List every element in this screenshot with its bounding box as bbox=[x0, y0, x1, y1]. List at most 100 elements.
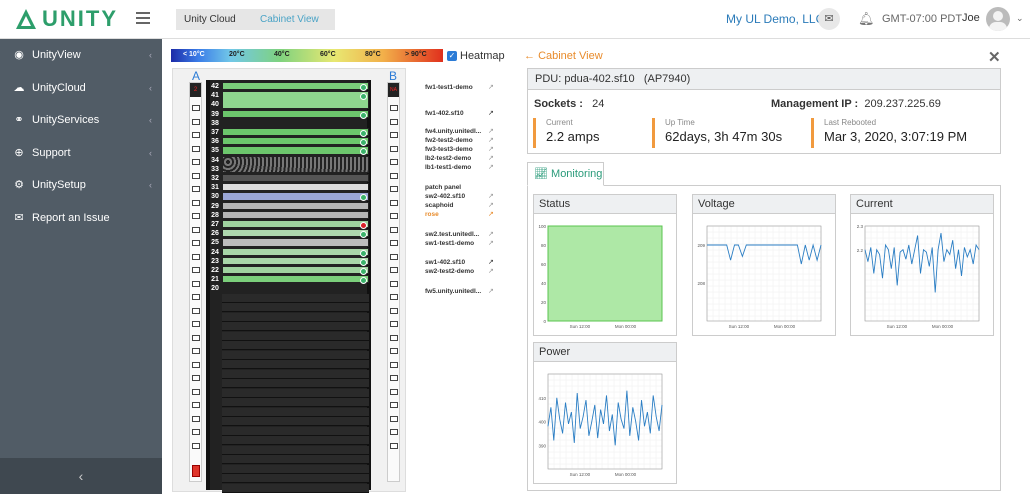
pdu-socket[interactable] bbox=[192, 307, 200, 314]
pdu-socket[interactable] bbox=[390, 159, 398, 165]
rack-device[interactable] bbox=[222, 137, 369, 147]
device-name[interactable]: fw4.unity.unitedl... bbox=[425, 128, 481, 135]
pdu-socket[interactable] bbox=[192, 388, 200, 395]
rack-device[interactable] bbox=[222, 109, 369, 119]
back-to-cabinet-link[interactable]: ← Cabinet View bbox=[524, 50, 603, 62]
device-name[interactable]: patch panel bbox=[425, 184, 461, 191]
rack-device[interactable] bbox=[222, 91, 369, 109]
pdu-socket[interactable] bbox=[390, 348, 398, 354]
device-name[interactable]: sw1-test1-demo bbox=[425, 240, 474, 247]
sidebar-item-unityservices[interactable]: ⚭ UnityServices ‹ bbox=[0, 104, 162, 136]
pdu-socket[interactable] bbox=[390, 375, 398, 381]
device-name[interactable]: rose bbox=[425, 211, 439, 218]
rack-device[interactable] bbox=[222, 238, 369, 247]
external-link-icon[interactable]: ↗ bbox=[488, 201, 494, 209]
device-name[interactable]: fw3-test3-demo bbox=[425, 146, 473, 153]
pdu-socket[interactable] bbox=[192, 226, 200, 233]
external-link-icon[interactable]: ↗ bbox=[488, 109, 494, 117]
user-name[interactable]: Joe bbox=[962, 12, 980, 24]
pdu-socket[interactable] bbox=[390, 132, 398, 138]
tab-monitoring[interactable]: 📈︎ Monitoring bbox=[527, 162, 604, 186]
rack-device[interactable] bbox=[222, 266, 369, 275]
pdu-socket[interactable] bbox=[192, 280, 200, 287]
pdu-socket[interactable] bbox=[390, 213, 398, 219]
pdu-socket[interactable] bbox=[192, 199, 200, 206]
rack-device[interactable] bbox=[222, 201, 369, 210]
pdu-socket[interactable] bbox=[390, 334, 398, 341]
device-name[interactable]: sw2-402.sf10 bbox=[425, 193, 465, 200]
external-link-icon[interactable]: ↗ bbox=[488, 258, 494, 266]
app-logo[interactable]: UNITY bbox=[14, 6, 118, 32]
device-name[interactable]: sw1-402.sf10 bbox=[425, 259, 465, 266]
device-name[interactable]: fw5.unity.unitedl... bbox=[425, 288, 481, 295]
menu-toggle-icon[interactable] bbox=[136, 12, 150, 24]
avatar[interactable] bbox=[986, 7, 1010, 31]
pdu-socket[interactable] bbox=[192, 415, 200, 422]
sidebar-item-support[interactable]: ⊕ Support ‹ bbox=[0, 137, 162, 169]
pdu-socket[interactable] bbox=[390, 253, 398, 260]
external-link-icon[interactable]: ↗ bbox=[488, 163, 494, 171]
pdu-socket[interactable] bbox=[390, 186, 398, 192]
rack-device[interactable] bbox=[222, 210, 369, 219]
pdu-socket[interactable] bbox=[192, 213, 200, 219]
pdu-socket[interactable] bbox=[192, 402, 200, 408]
pdu-socket[interactable] bbox=[192, 321, 200, 327]
rack-device[interactable] bbox=[222, 256, 369, 266]
pdu-socket[interactable] bbox=[390, 105, 398, 111]
external-link-icon[interactable]: ↗ bbox=[488, 210, 494, 218]
pdu-socket[interactable] bbox=[390, 240, 398, 246]
pdu-socket[interactable] bbox=[192, 361, 200, 368]
external-link-icon[interactable]: ↗ bbox=[488, 287, 494, 295]
chevron-down-icon[interactable]: ⌄ bbox=[1016, 13, 1024, 24]
sidebar-item-unitysetup[interactable]: ⚙ UnitySetup ‹ bbox=[0, 169, 162, 201]
external-link-icon[interactable]: ↗ bbox=[488, 145, 494, 153]
close-icon[interactable]: ✕ bbox=[988, 48, 1001, 66]
collapse-sidebar-icon[interactable]: ‹ bbox=[0, 458, 162, 494]
pdu-socket[interactable] bbox=[390, 388, 398, 395]
pdu-socket[interactable] bbox=[192, 118, 200, 125]
org-name[interactable]: My UL Demo, LLC bbox=[726, 12, 824, 26]
external-link-icon[interactable]: ↗ bbox=[488, 267, 494, 275]
rack-device[interactable] bbox=[222, 82, 369, 91]
pdu-socket[interactable] bbox=[390, 145, 398, 152]
pdu-socket[interactable] bbox=[192, 429, 200, 435]
external-link-icon[interactable]: ↗ bbox=[488, 239, 494, 247]
device-name[interactable]: fw1-test1-demo bbox=[425, 84, 473, 91]
sidebar-item-unitycloud[interactable]: ☁ UnityCloud ‹ bbox=[0, 72, 162, 104]
bell-icon[interactable]: 🔔︎ bbox=[858, 11, 875, 27]
heatmap-checkbox[interactable]: ✓ bbox=[447, 51, 457, 61]
pdu-socket[interactable] bbox=[192, 240, 200, 246]
device-name[interactable]: scaphoid bbox=[425, 202, 454, 209]
pdu-socket[interactable] bbox=[192, 145, 200, 152]
external-link-icon[interactable]: ↗ bbox=[488, 154, 494, 162]
pdu-socket[interactable] bbox=[390, 361, 398, 368]
pdu-socket[interactable] bbox=[390, 321, 398, 327]
sidebar-item-unityview[interactable]: ◉ UnityView ‹ bbox=[0, 39, 162, 71]
pdu-socket[interactable] bbox=[390, 226, 398, 233]
device-name[interactable]: fw2-test2-demo bbox=[425, 137, 473, 144]
pdu-socket[interactable] bbox=[192, 334, 200, 341]
device-name[interactable]: lb2-test2-demo bbox=[425, 155, 471, 162]
external-link-icon[interactable]: ↗ bbox=[488, 127, 494, 135]
pdu-socket[interactable] bbox=[390, 307, 398, 314]
pdu-socket[interactable] bbox=[192, 172, 200, 179]
pdu-socket[interactable] bbox=[390, 172, 398, 179]
mail-icon[interactable]: ✉ bbox=[818, 8, 840, 30]
external-link-icon[interactable]: ↗ bbox=[488, 192, 494, 200]
rack-device[interactable] bbox=[222, 220, 369, 229]
pdu-socket[interactable] bbox=[390, 199, 398, 206]
pdu-b[interactable]: NA bbox=[387, 82, 400, 482]
pdu-socket[interactable] bbox=[192, 132, 200, 138]
pdu-socket[interactable] bbox=[192, 253, 200, 260]
pdu-socket[interactable] bbox=[192, 294, 200, 300]
rack-device[interactable] bbox=[222, 174, 369, 183]
pdu-socket[interactable] bbox=[390, 415, 398, 422]
breadcrumb-unity-cloud[interactable]: Unity Cloud bbox=[176, 9, 250, 30]
device-name[interactable]: sw2-test2-demo bbox=[425, 268, 474, 275]
pdu-socket[interactable] bbox=[192, 186, 200, 192]
rack-device[interactable] bbox=[222, 155, 369, 173]
pdu-socket[interactable] bbox=[390, 402, 398, 408]
pdu-socket[interactable] bbox=[390, 429, 398, 435]
breadcrumb-cabinet-view[interactable]: Cabinet View bbox=[250, 9, 335, 30]
pdu-socket[interactable] bbox=[192, 159, 200, 165]
